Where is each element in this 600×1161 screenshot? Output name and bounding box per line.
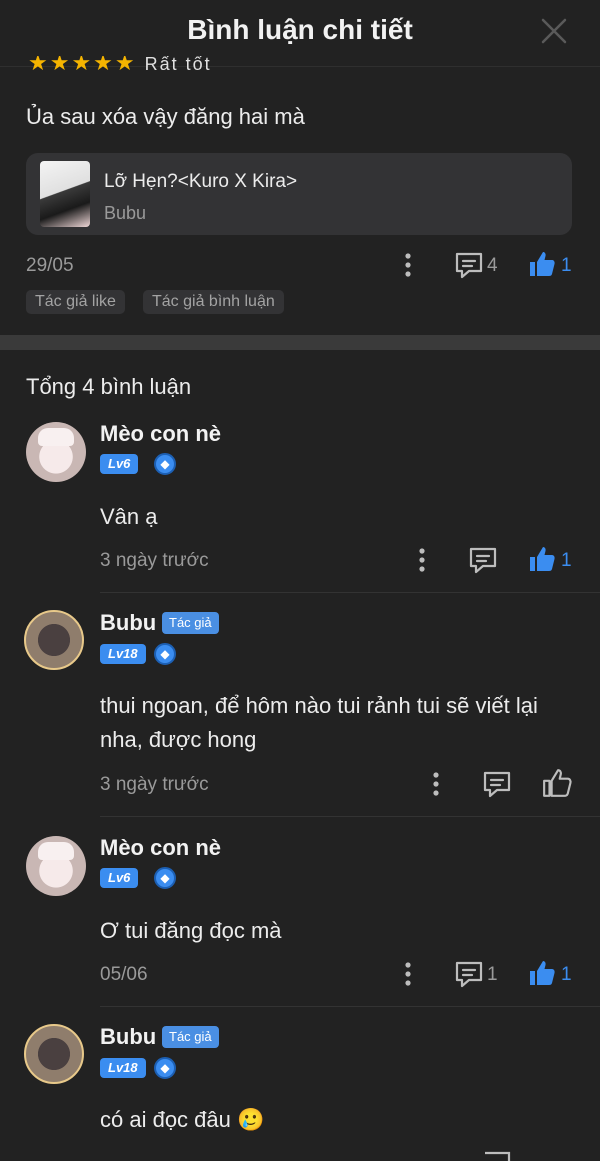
more-options-icon[interactable] <box>424 770 448 798</box>
rating-stars: ★★★★★ Rất tốt <box>28 56 212 70</box>
like-count: 1 <box>561 255 572 276</box>
tag-author-like: Tác giả like <box>26 290 125 314</box>
avatar[interactable] <box>24 610 84 670</box>
level-badge: Lv18 <box>100 644 146 664</box>
like-icon[interactable] <box>528 959 556 987</box>
verified-icon: ◆ <box>154 867 176 889</box>
comment-text: Vân ạ <box>100 504 158 529</box>
divider <box>100 1006 600 1007</box>
user-name[interactable]: Mèo con nè <box>100 421 221 447</box>
level-badge: Lv18 <box>100 1058 146 1078</box>
story-title: Lỡ Hẹn?<Kuro X Kira> <box>104 171 298 192</box>
comment-time: 3 ngày trước <box>100 550 209 571</box>
story-card[interactable]: Lỡ Hẹn?<Kuro X Kira> Bubu <box>26 153 572 235</box>
reply-count: 4 <box>487 255 498 276</box>
comment-text: thui ngoan, để hôm nào tui rảnh tui sẽ v… <box>100 693 538 752</box>
main-comment-date: 29/05 <box>26 255 74 276</box>
more-options-icon[interactable] <box>396 960 420 988</box>
reply-icon[interactable] <box>482 770 512 798</box>
section-separator <box>0 335 600 350</box>
more-options-icon[interactable] <box>410 546 434 574</box>
page-title: Bình luận chi tiết <box>187 14 413 45</box>
verified-icon: ◆ <box>154 643 176 665</box>
comment-text: có ai đọc đâu 🥲 <box>100 1107 265 1132</box>
story-cover <box>40 161 90 227</box>
avatar[interactable] <box>26 422 86 482</box>
level-badge: Lv6 <box>100 454 139 474</box>
divider <box>100 816 600 817</box>
main-comment-text: Ủa sau xóa vậy đăng hai mà <box>26 104 305 129</box>
author-badge: Tác giả <box>162 612 219 634</box>
user-name[interactable]: Mèo con nè <box>100 835 221 861</box>
comment-time: 05/06 <box>100 964 148 985</box>
user-name[interactable]: Bubu <box>100 610 156 636</box>
author-badge: Tác giả <box>162 1026 219 1048</box>
like-icon[interactable] <box>528 545 556 573</box>
reply-count: 1 <box>487 964 498 985</box>
avatar[interactable] <box>26 836 86 896</box>
reply-icon[interactable] <box>454 251 484 279</box>
reply-icon[interactable] <box>482 1150 512 1161</box>
comment-time: 3 ngày trước <box>100 774 209 795</box>
rating-label: Rất tốt <box>144 56 212 70</box>
like-count: 1 <box>561 964 572 985</box>
like-icon[interactable] <box>528 250 556 278</box>
tag-author-comment: Tác giả bình luận <box>143 290 284 314</box>
reply-icon[interactable] <box>454 960 484 988</box>
replies-header: Tổng 4 bình luận <box>26 374 192 399</box>
close-icon[interactable] <box>540 17 568 45</box>
level-badge: Lv6 <box>100 868 139 888</box>
verified-icon: ◆ <box>154 1057 176 1079</box>
reply-icon[interactable] <box>468 546 498 574</box>
like-count: 1 <box>561 550 572 571</box>
story-author: Bubu <box>104 203 147 223</box>
comment-text: Ơ tui đăng đọc mà <box>100 918 282 943</box>
verified-icon: ◆ <box>154 453 176 475</box>
more-options-icon[interactable] <box>396 251 420 279</box>
divider <box>100 592 600 593</box>
avatar[interactable] <box>24 1024 84 1084</box>
like-outline-icon[interactable] <box>542 768 572 798</box>
user-name[interactable]: Bubu <box>100 1024 156 1050</box>
